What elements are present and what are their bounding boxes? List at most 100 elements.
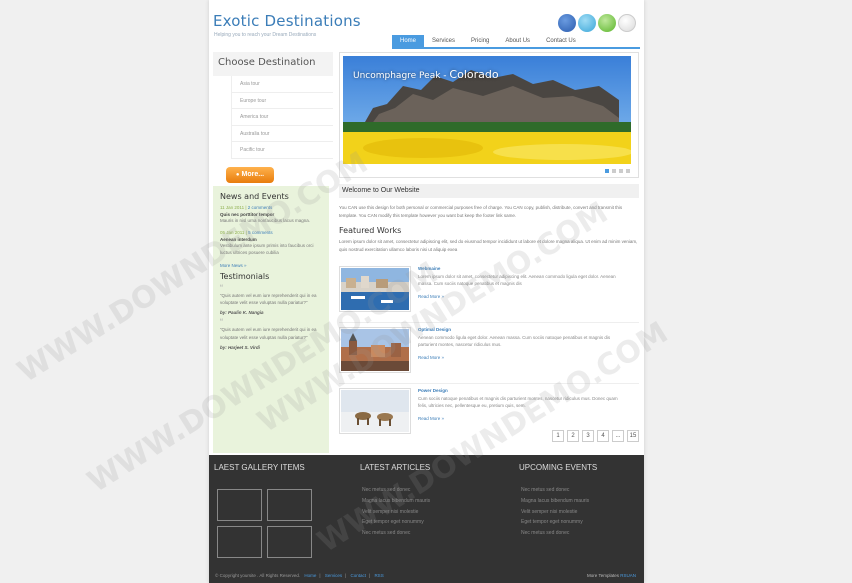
credit-label: More Templates <box>587 573 619 578</box>
gallery-item[interactable] <box>217 526 262 558</box>
testimonial-text: “Quis autem vel eum iure reprehenderit q… <box>220 292 317 306</box>
image-slider: Uncomphagre Peak - Colorado <box>339 52 639 178</box>
twitter-icon[interactable] <box>578 14 596 32</box>
footer-link[interactable]: Home <box>304 573 316 578</box>
tour-list: Asia tour Europe tour America tour Austr… <box>231 76 333 159</box>
slide-caption-big: Colorado <box>449 68 499 81</box>
page-link[interactable]: 2 <box>567 430 579 442</box>
featured-item: Webmaine Lorem ipsum dolor sit amet, con… <box>339 262 639 323</box>
event-link[interactable]: Nec metus sed donec <box>521 485 589 496</box>
testimonials-title: Testimonials <box>220 271 270 281</box>
news-date: 05 Jan 2011 <box>220 230 245 236</box>
featured-item: Optimal Design Aenean commodo ligula ege… <box>339 323 639 384</box>
article-link[interactable]: Eget tempor eget nonummy <box>362 517 430 528</box>
article-link[interactable]: Velit semper nisi molestie <box>362 507 430 518</box>
pagination: 1 2 3 4 ... 15 <box>552 430 639 442</box>
tour-item[interactable]: America tour <box>232 109 333 126</box>
site-tagline: Helping you to reach your Dream Destinat… <box>214 32 317 38</box>
slide-caption: Uncomphagre Peak - Colorado <box>353 68 499 81</box>
gallery-item[interactable] <box>267 489 312 521</box>
news-meta: 11 Jan 2011 | 2 comments <box>220 205 273 210</box>
left-sidebar: Choose Destination Asia tour Europe tour… <box>213 52 333 203</box>
slider-dots <box>605 169 630 173</box>
article-link[interactable]: Nec metus sed donec <box>362 528 430 539</box>
city-image <box>341 328 409 371</box>
read-more-link[interactable]: Read More » <box>418 355 628 360</box>
read-more-link[interactable]: Read More » <box>418 416 628 421</box>
gallery-title: LAEST GALLERY ITEMS <box>214 463 305 472</box>
footer-link[interactable]: Services <box>325 573 342 578</box>
footer-link[interactable]: Contact <box>351 573 367 578</box>
featured-item-title[interactable]: Webmaine <box>418 266 628 271</box>
camel-thumbnail[interactable] <box>339 387 411 434</box>
slider-dot[interactable] <box>612 169 616 173</box>
more-button[interactable]: ● More... <box>226 166 274 183</box>
youtube-icon[interactable] <box>618 14 636 32</box>
nav-underline <box>392 47 640 49</box>
featured-works: Webmaine Lorem ipsum dolor sit amet, con… <box>339 262 639 445</box>
news-item-text: Mauris in nisl urna nonfaucibus lacus ma… <box>220 218 311 223</box>
slider-dot[interactable] <box>626 169 630 173</box>
gallery-item[interactable] <box>267 526 312 558</box>
site-logo[interactable]: Exotic Destinations <box>213 12 361 30</box>
page-link[interactable]: 15 <box>627 430 639 442</box>
myspace-icon[interactable] <box>598 14 616 32</box>
more-button-label: More... <box>241 171 265 178</box>
featured-item-body: Webmaine Lorem ipsum dolor sit amet, con… <box>418 266 628 322</box>
page-link[interactable]: 3 <box>582 430 594 442</box>
template-credit: More Templates RSUAN <box>587 573 636 578</box>
events-title: UPCOMING EVENTS <box>519 463 598 472</box>
facebook-icon[interactable] <box>558 14 576 32</box>
choose-destination-title: Choose Destination <box>213 52 333 76</box>
copyright: © Copyright yoursite . All Rights Reserv… <box>215 573 384 578</box>
featured-item-body: Optimal Design Aenean commodo ligula ege… <box>418 327 628 383</box>
tour-item[interactable]: Europe tour <box>232 93 333 109</box>
articles-title: LATEST ARTICLES <box>360 463 431 472</box>
credit-link[interactable]: RSUAN <box>620 573 636 578</box>
slider-dot[interactable] <box>619 169 623 173</box>
footer: LAEST GALLERY ITEMS LATEST ARTICLES UPCO… <box>209 455 644 583</box>
tour-item[interactable]: Pacific tour <box>232 142 333 159</box>
event-link[interactable]: Magna lacus bibendum mauris <box>521 496 589 507</box>
social-icons <box>558 14 636 32</box>
event-link[interactable]: Velit semper nisi molestie <box>521 507 589 518</box>
tour-item[interactable]: Asia tour <box>232 76 333 93</box>
page-link[interactable]: 1 <box>552 430 564 442</box>
featured-text: Lorem ipsum dolor sit amet, consectetur … <box>339 239 638 252</box>
page-link[interactable]: 4 <box>597 430 609 442</box>
article-link[interactable]: Nec metus sed donec <box>362 485 430 496</box>
news-panel: News and Events 11 Jan 2011 | 2 comments… <box>213 186 329 453</box>
news-date: 11 Jan 2011 <box>220 205 245 210</box>
articles-list: Nec metus sed donec Magna lacus bibendum… <box>362 485 430 539</box>
slide-caption-small: Uncomphagre Peak - <box>353 71 450 81</box>
footer-link[interactable]: RSS <box>374 573 383 578</box>
read-more-link[interactable]: Read More » <box>418 294 628 299</box>
slider-dot[interactable] <box>605 169 609 173</box>
tour-item[interactable]: Australia tour <box>232 126 333 142</box>
quote-icon: “ <box>220 317 223 328</box>
more-news-link[interactable]: More News » <box>220 263 322 268</box>
featured-item-text: Aenean commodo ligula eget dolor. Aenean… <box>418 334 611 348</box>
gallery-item[interactable] <box>217 489 262 521</box>
city-thumbnail[interactable] <box>339 326 411 373</box>
slide-image: Uncomphagre Peak - Colorado <box>343 56 631 164</box>
news-item-text: Vestibulum ante ipsum primis into faucib… <box>220 243 314 256</box>
news-title: News and Events <box>220 192 289 201</box>
featured-item-text: Cum sociis natoque penatibus et magnis d… <box>418 395 618 409</box>
news-comments[interactable]: 2 comments <box>248 205 273 210</box>
testimonial-text: “Quis autem vel eum iure reprehenderit q… <box>220 327 317 340</box>
featured-title: Featured Works <box>339 226 402 236</box>
welcome-title: Welcome to Our Website <box>339 184 639 198</box>
copyright-text: © Copyright yoursite . All Rights Reserv… <box>215 573 301 578</box>
page-ellipsis: ... <box>612 430 624 442</box>
camel-image <box>341 389 409 432</box>
featured-item-title[interactable]: Optimal Design <box>418 327 628 332</box>
main-content: Uncomphagre Peak - Colorado Welcome to O… <box>339 52 639 445</box>
news-comments[interactable]: 5 comments <box>248 230 273 235</box>
featured-item-title[interactable]: Power Design <box>418 388 628 393</box>
article-link[interactable]: Magna lacus bibendum mauris <box>362 496 430 507</box>
harbor-thumbnail[interactable] <box>339 265 411 312</box>
page: Exotic Destinations Helping you to reach… <box>209 0 644 583</box>
event-link[interactable]: Eget tempor eget nonummy <box>521 517 589 528</box>
event-link[interactable]: Nec metus sed donec <box>521 528 589 539</box>
